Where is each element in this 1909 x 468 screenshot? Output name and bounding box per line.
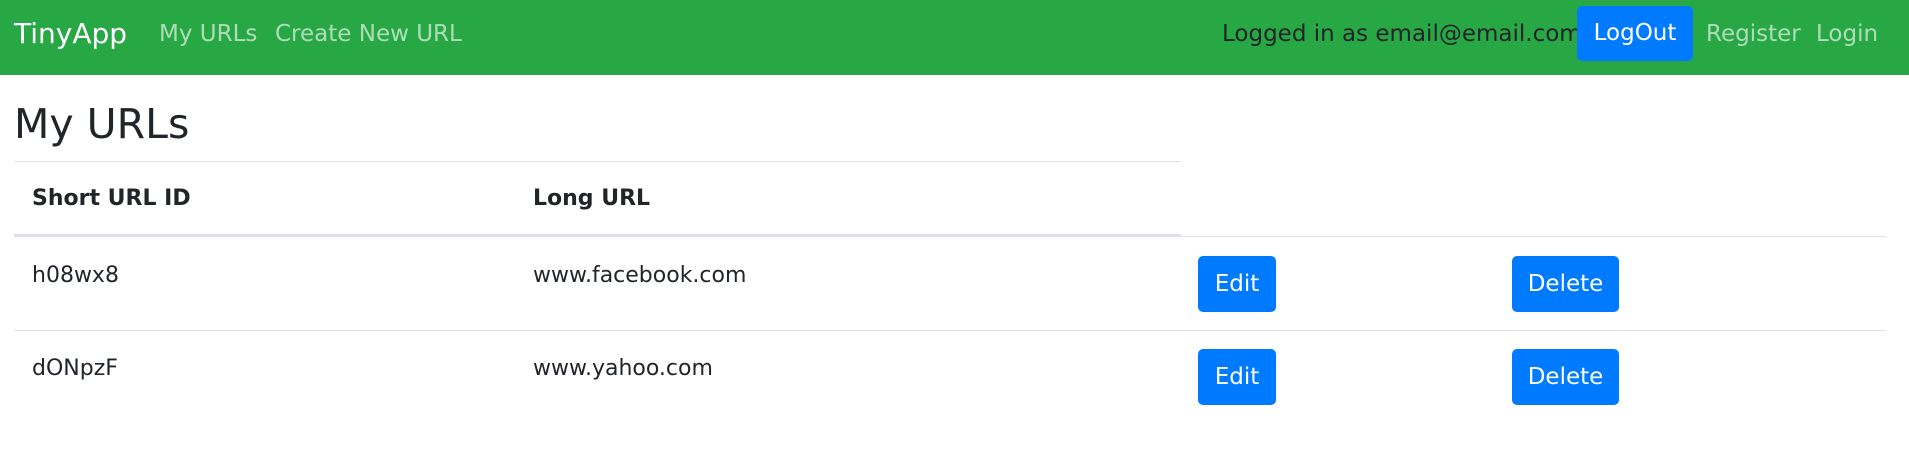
nav-link-login[interactable]: Login	[1816, 21, 1878, 47]
delete-button[interactable]: Delete	[1512, 349, 1619, 405]
short-url-id-cell: h08wx8	[32, 263, 119, 288]
table-header-divider	[14, 234, 1181, 237]
logout-button[interactable]: LogOut	[1577, 6, 1693, 61]
edit-button[interactable]: Edit	[1198, 256, 1276, 312]
top-navbar: TinyApp My URLs Create New URL Logged in…	[0, 0, 1909, 75]
short-url-id-cell: dONpzF	[32, 356, 118, 381]
row-divider	[14, 330, 1886, 331]
nav-link-create-new-url[interactable]: Create New URL	[275, 21, 462, 47]
brand-logo[interactable]: TinyApp	[14, 17, 127, 50]
long-url-cell: www.facebook.com	[533, 263, 747, 288]
column-header-long-url: Long URL	[533, 186, 651, 211]
table-header-divider-extension	[1181, 236, 1886, 237]
page-title: My URLs	[14, 100, 190, 148]
long-url-cell: www.yahoo.com	[533, 356, 713, 381]
logged-in-status: Logged in as email@email.com	[1222, 21, 1582, 47]
column-header-short-url-id: Short URL ID	[32, 186, 191, 211]
edit-button[interactable]: Edit	[1198, 349, 1276, 405]
delete-button[interactable]: Delete	[1512, 256, 1619, 312]
nav-link-register[interactable]: Register	[1706, 21, 1801, 47]
title-divider	[14, 161, 1181, 162]
nav-link-my-urls[interactable]: My URLs	[159, 21, 257, 47]
